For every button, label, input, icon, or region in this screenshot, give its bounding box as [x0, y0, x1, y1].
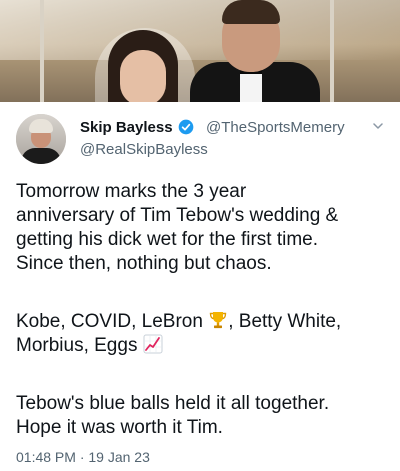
- tent-pole: [330, 0, 334, 110]
- tweet-paragraph-1: Tomorrow marks the 3 year anniversary of…: [16, 180, 390, 276]
- tweet-line: Tomorrow marks the 3 year: [16, 181, 247, 202]
- tweet-line: Tebow's blue balls held it all together.: [16, 393, 330, 414]
- trophy-icon: [210, 312, 227, 329]
- tweet-text: , Betty White,: [228, 311, 342, 332]
- wedding-photo: [0, 0, 400, 110]
- tent-pole: [40, 0, 44, 110]
- tweet-line: anniversary of Tim Tebow's wedding &: [16, 205, 339, 226]
- tweet-line: getting his dick wet for the first time.: [16, 229, 319, 250]
- tweet-timestamp[interactable]: 01:48 PM · 19 Jan 23: [16, 449, 150, 465]
- bride-face: [120, 50, 166, 106]
- tweet-line: Since then, nothing but chaos.: [16, 253, 272, 274]
- mentioned-account[interactable]: @TheSportsMemery: [206, 119, 345, 136]
- chevron-down-icon[interactable]: [372, 120, 384, 132]
- tweet-line: Kobe, COVID, LeBron , Betty White,: [16, 310, 390, 334]
- tweet-text: Morbius, Eggs: [16, 335, 143, 356]
- chart-increasing-icon: [143, 334, 163, 354]
- tweet-text: Kobe, COVID, LeBron: [16, 311, 209, 332]
- tweet-line: Hope it was worth it Tim.: [16, 417, 223, 438]
- tweet-paragraph-3: Tebow's blue balls held it all together.…: [16, 392, 390, 440]
- tweet-paragraph-2: Kobe, COVID, LeBron , Betty White, Morbi…: [16, 310, 390, 358]
- tweet-line: Morbius, Eggs: [16, 334, 390, 358]
- tent-canopy: [0, 0, 400, 60]
- tweet-card: Skip Bayless @TheSportsMemery @RealSkipB…: [0, 102, 400, 471]
- user-handle[interactable]: @RealSkipBayless: [80, 141, 208, 158]
- verified-badge-icon: [178, 119, 194, 135]
- display-name[interactable]: Skip Bayless: [80, 119, 173, 136]
- avatar[interactable]: [16, 114, 66, 164]
- groom-hair: [222, 0, 280, 24]
